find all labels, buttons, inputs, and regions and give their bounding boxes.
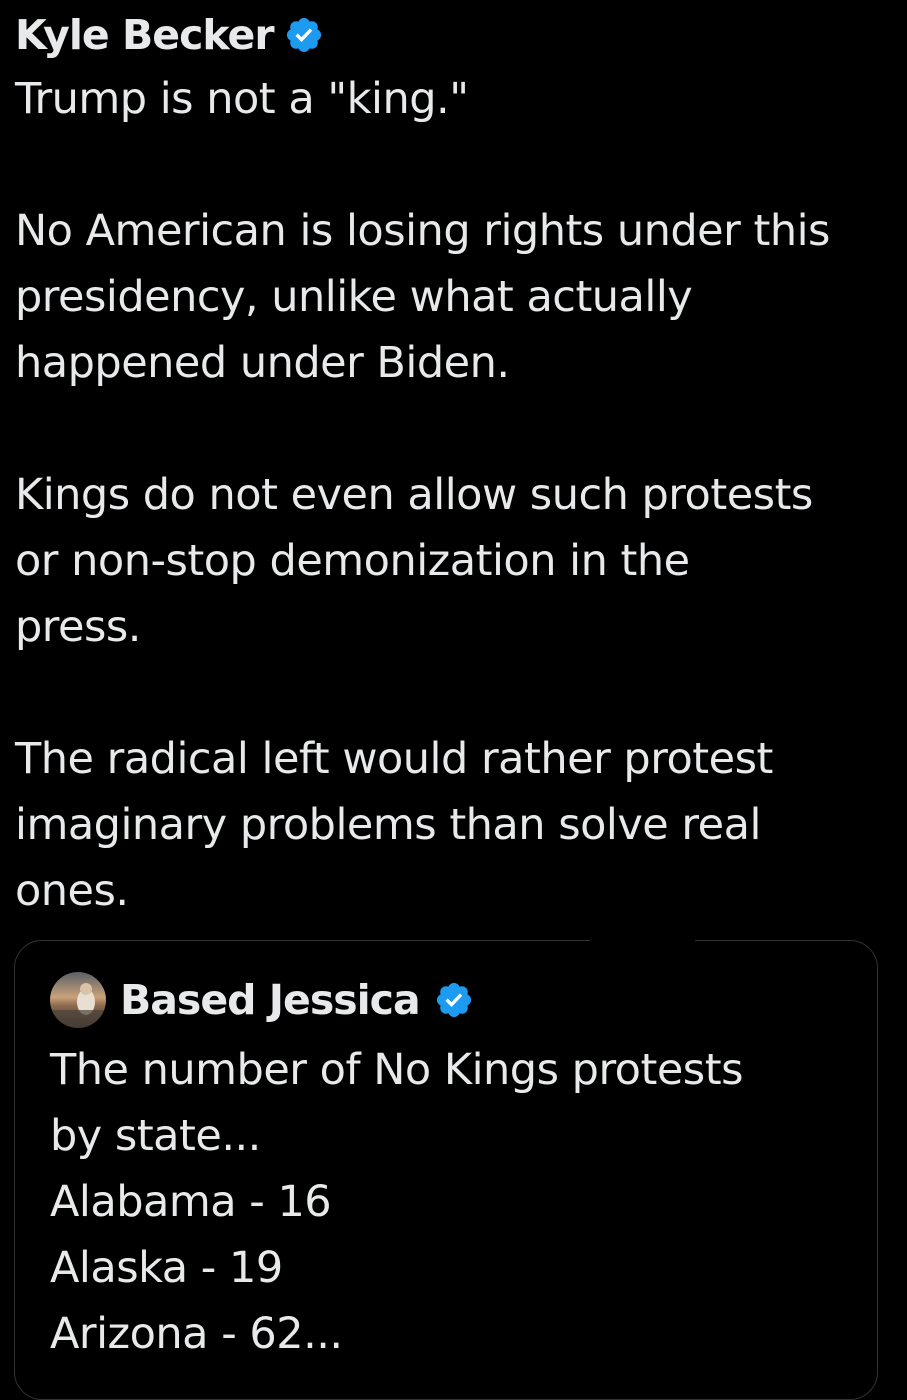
tweet-line: Kings do not even allow such protests xyxy=(15,470,813,520)
quoted-line: by state... xyxy=(50,1111,261,1161)
tweet-line: imaginary problems than solve real xyxy=(15,800,761,850)
profile-avatar[interactable] xyxy=(50,972,106,1028)
tweet-header: Kyle Becker xyxy=(15,8,895,62)
quoted-tweet-header: Based Jessica xyxy=(50,969,870,1031)
tweet-line: Trump is not a "king." xyxy=(15,74,469,124)
tweet-line: The radical left would rather protest xyxy=(15,734,773,784)
tweet-line: No American is losing rights under this xyxy=(15,206,830,256)
tweet-text: Trump is not a "king." No American is lo… xyxy=(15,66,895,924)
author-name[interactable]: Kyle Becker xyxy=(15,8,275,62)
tweet-line: presidency, unlike what actually xyxy=(15,272,693,322)
quoted-tweet-card[interactable]: Based Jessica The number of No Kings pro… xyxy=(14,938,878,1400)
quoted-line: Alabama - 16 xyxy=(50,1177,332,1227)
tweet-line: press. xyxy=(15,602,141,652)
tweet: Kyle Becker Trump is not a "king." No Am… xyxy=(15,8,895,924)
verified-badge-icon[interactable] xyxy=(284,15,324,55)
quoted-line: The number of No Kings protests xyxy=(50,1045,743,1095)
quoted-line: Arizona - 62... xyxy=(50,1309,343,1359)
quoted-author-name[interactable]: Based Jessica xyxy=(120,969,421,1031)
quoted-line: Alaska - 19 xyxy=(50,1243,283,1293)
tweet-line: ones. xyxy=(15,866,129,916)
tweet-line: or non-stop demonization in the xyxy=(15,536,690,586)
quoted-tweet-text: The number of No Kings protests by state… xyxy=(50,1037,870,1367)
tweet-line: happened under Biden. xyxy=(15,338,510,388)
verified-badge-icon[interactable] xyxy=(434,980,474,1020)
